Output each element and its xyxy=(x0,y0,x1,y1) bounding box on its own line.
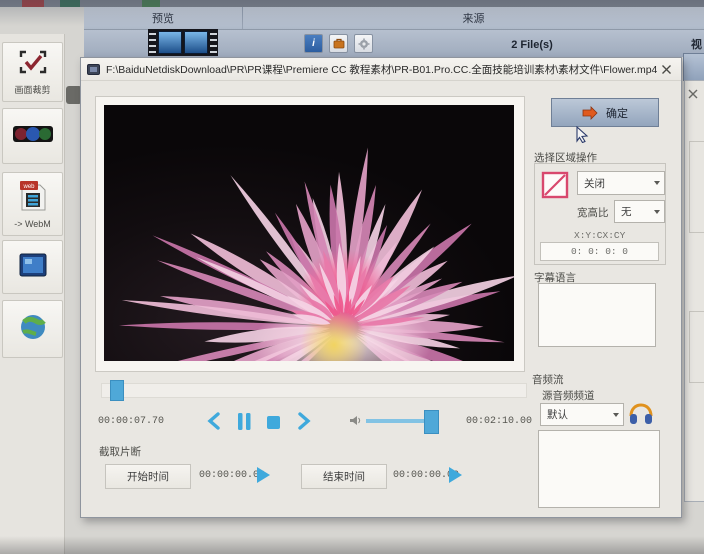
end-time-button[interactable]: 结束时间 xyxy=(301,464,387,489)
start-time-button-label: 开始时间 xyxy=(127,469,169,484)
step-back-button[interactable] xyxy=(203,410,225,432)
toolbar-icon-fragment xyxy=(22,0,44,7)
volume-track[interactable] xyxy=(366,419,432,423)
ok-button-label: 确定 xyxy=(606,105,628,121)
clip-dialog: F:\BaiduNetdiskDownload\PR\PR课程\Premiere… xyxy=(80,57,682,518)
close-icon[interactable] xyxy=(659,62,673,76)
audio-channel-dropdown[interactable]: 默认 xyxy=(540,403,624,426)
region-mode-dropdown[interactable]: 关闭 xyxy=(577,171,665,195)
close-icon xyxy=(688,89,698,99)
blue-screen-icon xyxy=(18,252,48,283)
video-preview-frame xyxy=(95,96,525,372)
toolbar-icon-fragment xyxy=(142,0,160,7)
coords-label: X:Y:CX:CY xyxy=(574,230,625,241)
preview-thumbnail-filmstrip[interactable] xyxy=(148,29,218,56)
aspect-ratio-dropdown[interactable]: 无 xyxy=(614,200,665,223)
background-dialog-button-fragment xyxy=(683,53,704,81)
sidebar-item-label: 画面裁剪 xyxy=(14,83,50,96)
arrow-right-icon xyxy=(582,106,598,120)
play-to-end-button[interactable] xyxy=(445,464,465,486)
sidebar-item-film-rgb[interactable] xyxy=(2,108,63,164)
aspect-ratio-value: 无 xyxy=(621,204,632,219)
coords-value: 0: 0: 0: 0 xyxy=(571,246,628,257)
list-header-row: 预览 来源 xyxy=(84,7,704,30)
globe-icon xyxy=(18,312,48,347)
crop-check-icon xyxy=(18,49,48,80)
total-time: 00:02:10.00 xyxy=(466,416,532,427)
dialog-titlebar[interactable]: F:\BaiduNetdiskDownload\PR\PR课程\Premiere… xyxy=(81,58,681,81)
flower-video-frame xyxy=(104,105,514,361)
headphones-icon[interactable] xyxy=(627,399,655,427)
sidebar-item-web[interactable] xyxy=(2,300,63,358)
seek-handle[interactable] xyxy=(110,380,124,401)
column-header-source[interactable]: 来源 xyxy=(243,7,704,29)
crop-region-icon[interactable] xyxy=(540,170,570,200)
audio-stream-label: 音频流 xyxy=(532,372,564,387)
current-time: 00:00:07.70 xyxy=(98,416,164,427)
film-rgb-icon xyxy=(11,121,55,152)
ok-button[interactable]: 确定 xyxy=(551,98,659,127)
coords-value-box: 0: 0: 0: 0 xyxy=(540,242,659,261)
toolbar-icon-fragment xyxy=(60,0,80,7)
gear-icon[interactable] xyxy=(354,34,373,53)
webm-file-icon: web xyxy=(19,179,47,216)
background-dialog-edge xyxy=(684,80,704,502)
sidebar-item-crop[interactable]: 画面裁剪 xyxy=(2,42,63,102)
subtitle-language-listbox[interactable] xyxy=(538,283,656,347)
file-count: 2 File(s) xyxy=(511,39,553,51)
right-header-partial: 视 xyxy=(691,36,702,52)
info-icon[interactable]: i xyxy=(304,34,323,53)
mouse-cursor-icon xyxy=(576,126,589,143)
briefcase-icon[interactable] xyxy=(329,34,348,53)
svg-text:web: web xyxy=(22,184,35,190)
pause-button[interactable] xyxy=(233,410,255,432)
region-mode-value: 关闭 xyxy=(584,176,605,191)
clip-section-label: 截取片断 xyxy=(99,444,141,459)
chevron-down-icon xyxy=(613,413,619,417)
sidebar-item-webm[interactable]: web -> WebM xyxy=(2,172,63,236)
stop-button[interactable] xyxy=(263,412,283,432)
sidebar: 画面裁剪 web -> WebM xyxy=(0,34,65,554)
top-toolbar-cropped xyxy=(0,0,704,7)
audio-stream-listbox[interactable] xyxy=(538,430,660,508)
start-time-button[interactable]: 开始时间 xyxy=(105,464,191,489)
aspect-ratio-label: 宽高比 xyxy=(577,205,609,220)
dialog-app-icon xyxy=(87,63,100,76)
chevron-down-icon xyxy=(654,210,660,214)
audio-channel-label: 源音频频道 xyxy=(542,388,595,403)
video-preview[interactable] xyxy=(104,105,514,361)
sidebar-item-screen[interactable] xyxy=(2,240,63,294)
volume-handle[interactable] xyxy=(424,410,439,434)
play-from-start-button[interactable] xyxy=(253,464,273,486)
end-time-button-label: 结束时间 xyxy=(323,469,365,484)
audio-channel-value: 默认 xyxy=(547,407,568,422)
step-forward-button[interactable] xyxy=(293,410,315,432)
dialog-title: F:\BaiduNetdiskDownload\PR\PR课程\Premiere… xyxy=(106,62,657,77)
sidebar-item-label: -> WebM xyxy=(14,219,51,229)
seek-track[interactable] xyxy=(101,383,527,398)
speaker-icon[interactable] xyxy=(349,414,362,427)
column-header-preview[interactable]: 预览 xyxy=(84,7,243,29)
chevron-down-icon xyxy=(654,181,660,185)
